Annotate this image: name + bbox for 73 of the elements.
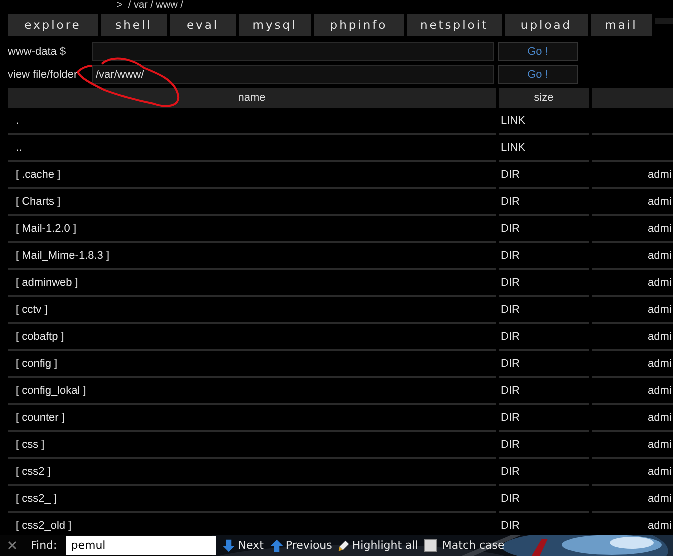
table-cell: DIR <box>499 351 589 378</box>
table-cell: DIR <box>499 405 589 432</box>
nav-tab[interactable]: eval <box>170 14 236 36</box>
table-cell: admi <box>648 466 672 478</box>
file-name[interactable]: [ config ] <box>8 351 496 378</box>
table-cell: admi <box>648 304 672 316</box>
table-cell: admi <box>648 331 672 343</box>
table-cell: admi <box>648 493 672 505</box>
file-name[interactable]: [ css2_ ] <box>8 486 496 513</box>
path-text: > / var / www / <box>116 0 184 11</box>
table-cell: DIR <box>499 297 589 324</box>
table-cell: LINK <box>499 108 589 135</box>
file-name[interactable]: [ css ] <box>8 432 496 459</box>
table-cell: DIR <box>499 243 589 270</box>
checkbox-label: Match case <box>442 539 505 552</box>
highlight-button[interactable]: Highlight all <box>338 539 418 552</box>
nav-tab[interactable]: phpinfo <box>314 14 404 36</box>
file-name[interactable]: . <box>8 108 496 135</box>
table-cell: DIR <box>499 270 589 297</box>
table-cell: admi <box>648 277 672 289</box>
nav-tab[interactable]: shell <box>101 14 167 36</box>
close-icon[interactable] <box>8 541 17 550</box>
find-label: Find: <box>31 539 58 552</box>
file-name[interactable]: [ counter ] <box>8 405 496 432</box>
nav-tab[interactable]: netsploit <box>407 14 502 36</box>
file-name[interactable]: .. <box>8 135 496 162</box>
previous-button[interactable]: Previous <box>270 538 332 552</box>
file-name[interactable]: [ cctv ] <box>8 297 496 324</box>
tab-bar-strip <box>655 18 673 24</box>
file-name[interactable]: [ cobaftp ] <box>8 324 496 351</box>
form-label: view file/folder <box>8 68 79 80</box>
highlighter-icon <box>338 540 350 552</box>
next-button[interactable]: Next <box>222 538 264 552</box>
table-cell: DIR <box>499 459 589 486</box>
find-field[interactable]: pemul <box>66 536 216 555</box>
nav-tab[interactable]: explore <box>8 14 98 36</box>
column-header: size <box>499 88 589 108</box>
table-cell: DIR <box>499 324 589 351</box>
table-cell: admi <box>648 412 672 424</box>
file-name[interactable]: [ Charts ] <box>8 189 496 216</box>
input-field[interactable]: /var/www/ <box>92 65 494 84</box>
table-cell: admi <box>648 385 672 397</box>
go-button[interactable]: Go ! <box>498 65 578 84</box>
file-name[interactable]: [ config_lokal ] <box>8 378 496 405</box>
table-cell: DIR <box>499 432 589 459</box>
file-name[interactable]: [ adminweb ] <box>8 270 496 297</box>
table-cell: admi <box>648 358 672 370</box>
checkbox[interactable] <box>424 539 438 552</box>
form-label: www-data $ <box>8 46 68 58</box>
table-cell: LINK <box>499 135 589 162</box>
table-cell: DIR <box>499 486 589 513</box>
down-arrow-icon <box>222 538 236 552</box>
go-button[interactable]: Go ! <box>498 42 578 61</box>
table-cell: admi <box>648 250 672 262</box>
file-name[interactable]: [ Mail-1.2.0 ] <box>8 216 496 243</box>
table-cell: admi <box>648 439 672 451</box>
nav-tab[interactable]: mail <box>591 14 652 36</box>
table-cell: admi <box>648 169 672 181</box>
table-cell: DIR <box>499 189 589 216</box>
file-name[interactable]: [ Mail_Mime-1.8.3 ] <box>8 243 496 270</box>
nav-tab[interactable]: mysql <box>239 14 311 36</box>
column-header: name <box>8 88 496 108</box>
table-cell: admi <box>648 520 672 532</box>
file-name[interactable]: [ .cache ] <box>8 162 496 189</box>
table-cell: DIR <box>499 378 589 405</box>
input-field[interactable] <box>92 42 494 61</box>
table-cell: admi <box>648 196 672 208</box>
table-cell: DIR <box>499 162 589 189</box>
nav-tab[interactable]: upload <box>505 14 588 36</box>
up-arrow-icon <box>270 538 284 552</box>
table-cell: admi <box>648 223 672 235</box>
file-name[interactable]: [ css2 ] <box>8 459 496 486</box>
table-cell: DIR <box>499 216 589 243</box>
